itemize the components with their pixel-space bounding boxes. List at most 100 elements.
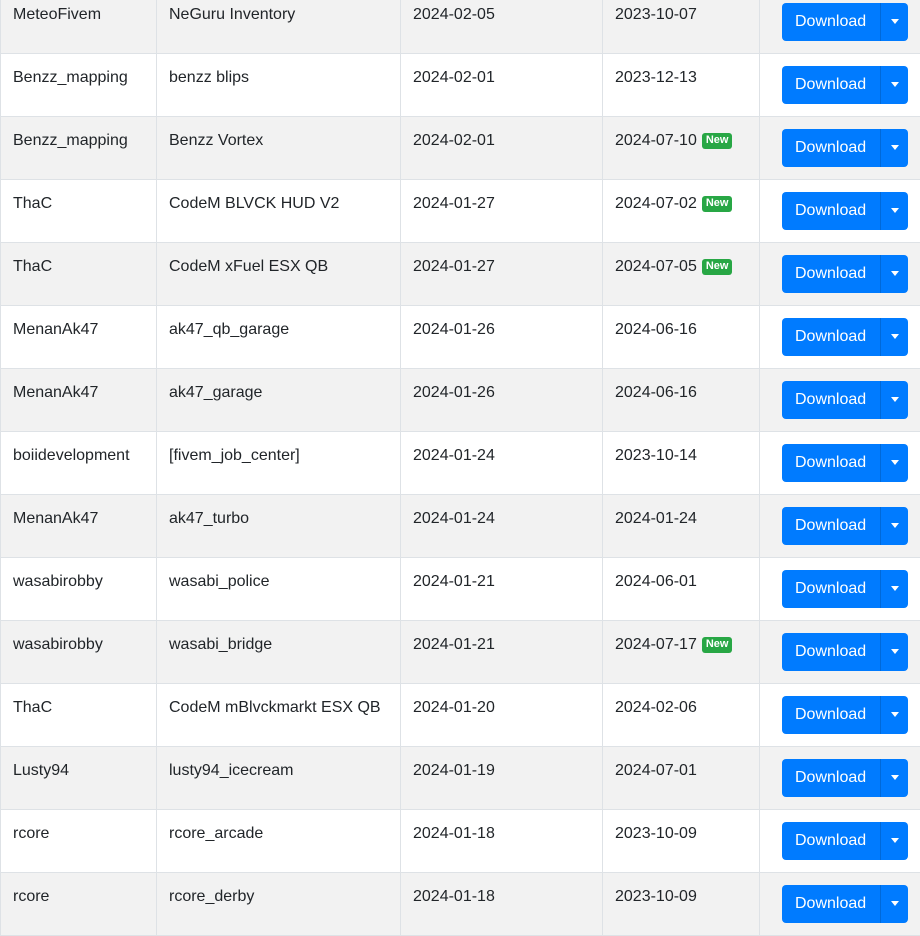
download-button[interactable]: Download [782, 444, 880, 482]
new-badge: New [702, 133, 733, 149]
download-button-group: Download [782, 507, 908, 545]
download-button[interactable]: Download [782, 633, 880, 671]
download-dropdown-toggle[interactable] [880, 822, 908, 860]
author-cell: rcore [1, 810, 157, 873]
updated-date-cell: 2024-07-02New [603, 180, 760, 243]
download-dropdown-toggle[interactable] [880, 633, 908, 671]
resource-name-cell: lusty94_icecream [157, 747, 401, 810]
download-dropdown-toggle[interactable] [880, 129, 908, 167]
author-text[interactable]: wasabirobby [13, 621, 103, 655]
download-dropdown-toggle[interactable] [880, 759, 908, 797]
download-button-group: Download [782, 822, 908, 860]
download-dropdown-toggle[interactable] [880, 3, 908, 41]
author-text[interactable]: Benzz_mapping [13, 54, 128, 88]
updated-date-text: 2024-07-02 [615, 195, 697, 212]
resource-name-cell: NeGuru Inventory [157, 0, 401, 54]
download-button[interactable]: Download [782, 570, 880, 608]
action-cell: Download [760, 873, 920, 936]
resource-table-container: MeteoFivem NeGuru Inventory 2024-02-05 2… [0, 0, 920, 936]
action-cell: Download [760, 306, 920, 369]
created-date-cell: 2024-01-18 [401, 873, 603, 936]
updated-date-text: 2024-07-01 [615, 762, 697, 779]
resource-name-cell: [fivem_job_center] [157, 432, 401, 495]
author-text[interactable]: ThaC [13, 243, 52, 277]
download-dropdown-toggle[interactable] [880, 381, 908, 419]
table-row: rcore rcore_arcade 2024-01-18 2023-10-09… [1, 810, 920, 873]
updated-date-cell: 2024-06-16 [603, 369, 760, 432]
download-button-group: Download [782, 192, 908, 230]
download-button[interactable]: Download [782, 696, 880, 734]
table-row: MeteoFivem NeGuru Inventory 2024-02-05 2… [1, 0, 920, 54]
author-text[interactable]: MeteoFivem [13, 0, 101, 25]
caret-down-icon [891, 334, 899, 339]
created-date-text: 2024-01-18 [413, 810, 495, 844]
created-date-text: 2024-01-19 [413, 747, 495, 781]
author-text[interactable]: wasabirobby [13, 558, 103, 592]
resource-name-text: benzz blips [169, 54, 249, 88]
updated-date-cell: 2023-12-13 [603, 54, 760, 117]
download-dropdown-toggle[interactable] [880, 66, 908, 104]
updated-date-cell: 2024-06-01 [603, 558, 760, 621]
author-text[interactable]: ThaC [13, 684, 52, 718]
resource-name-text: wasabi_bridge [169, 621, 272, 655]
table-row: Benzz_mapping benzz blips 2024-02-01 202… [1, 54, 920, 117]
caret-down-icon [891, 82, 899, 87]
action-cell: Download [760, 117, 920, 180]
download-button[interactable]: Download [782, 318, 880, 356]
resource-name-cell: CodeM BLVCK HUD V2 [157, 180, 401, 243]
download-button[interactable]: Download [782, 759, 880, 797]
author-text[interactable]: MenanAk47 [13, 495, 98, 529]
author-text[interactable]: MenanAk47 [13, 306, 98, 340]
resource-name-cell: wasabi_police [157, 558, 401, 621]
updated-date-text: 2023-10-09 [615, 888, 697, 905]
author-text[interactable]: ThaC [13, 180, 52, 214]
created-date-cell: 2024-01-21 [401, 558, 603, 621]
resource-name-text: wasabi_police [169, 558, 270, 592]
download-button[interactable]: Download [782, 255, 880, 293]
updated-date-cell: 2024-07-01 [603, 747, 760, 810]
resource-name-text: CodeM BLVCK HUD V2 [169, 180, 339, 214]
author-text[interactable]: boiidevelopment [13, 432, 130, 466]
created-date-text: 2024-02-01 [413, 117, 495, 151]
author-cell: ThaC [1, 180, 157, 243]
author-text[interactable]: Lusty94 [13, 747, 69, 781]
download-button-group: Download [782, 318, 908, 356]
resource-name-cell: benzz blips [157, 54, 401, 117]
updated-date-cell: 2024-07-05New [603, 243, 760, 306]
updated-date-text: 2024-06-16 [615, 384, 697, 401]
created-date-text: 2024-01-27 [413, 180, 495, 214]
download-button[interactable]: Download [782, 381, 880, 419]
table-row: MenanAk47 ak47_qb_garage 2024-01-26 2024… [1, 306, 920, 369]
author-text[interactable]: rcore [13, 810, 49, 844]
download-button[interactable]: Download [782, 507, 880, 545]
action-cell: Download [760, 432, 920, 495]
download-dropdown-toggle[interactable] [880, 255, 908, 293]
updated-date-text: 2023-10-07 [615, 6, 697, 23]
action-cell: Download [760, 558, 920, 621]
created-date-text: 2024-02-01 [413, 54, 495, 88]
download-dropdown-toggle[interactable] [880, 696, 908, 734]
download-button[interactable]: Download [782, 129, 880, 167]
download-button[interactable]: Download [782, 3, 880, 41]
download-button[interactable]: Download [782, 885, 880, 923]
download-button[interactable]: Download [782, 66, 880, 104]
download-button-group: Download [782, 255, 908, 293]
download-dropdown-toggle[interactable] [880, 444, 908, 482]
action-cell: Download [760, 684, 920, 747]
download-dropdown-toggle[interactable] [880, 570, 908, 608]
author-text[interactable]: rcore [13, 873, 49, 907]
author-text[interactable]: Benzz_mapping [13, 117, 128, 151]
download-dropdown-toggle[interactable] [880, 507, 908, 545]
created-date-cell: 2024-01-20 [401, 684, 603, 747]
download-dropdown-toggle[interactable] [880, 192, 908, 230]
author-text[interactable]: MenanAk47 [13, 369, 98, 403]
caret-down-icon [891, 397, 899, 402]
download-button[interactable]: Download [782, 822, 880, 860]
table-row: Benzz_mapping Benzz Vortex 2024-02-01 20… [1, 117, 920, 180]
table-row: ThaC CodeM xFuel ESX QB 2024-01-27 2024-… [1, 243, 920, 306]
table-body: MeteoFivem NeGuru Inventory 2024-02-05 2… [1, 0, 920, 936]
download-dropdown-toggle[interactable] [880, 885, 908, 923]
download-dropdown-toggle[interactable] [880, 318, 908, 356]
resource-name-text: lusty94_icecream [169, 747, 294, 781]
download-button[interactable]: Download [782, 192, 880, 230]
